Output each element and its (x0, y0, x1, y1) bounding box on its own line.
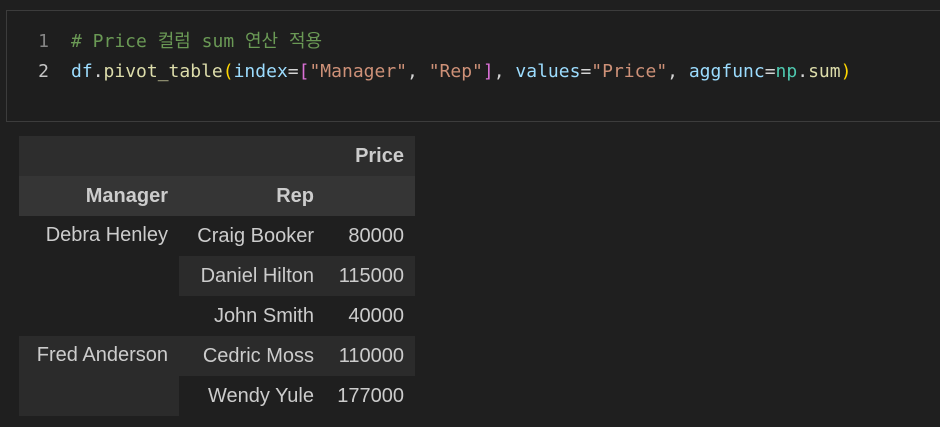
pivot-table: Price Manager Rep Debra Henley Craig Boo… (19, 136, 415, 416)
code-token: ] (482, 61, 494, 82)
code-token: = (764, 61, 776, 82)
manager-cell: Fred Anderson (19, 336, 179, 416)
code-token: ( (222, 61, 234, 82)
price-cell: 40000 (348, 304, 404, 327)
manager-cell: Debra Henley (45, 224, 168, 246)
code-token: , (493, 61, 516, 82)
code-token: [ (298, 61, 310, 82)
code-token: aggfunc (688, 61, 765, 82)
rep-cell: Cedric Moss (179, 336, 325, 376)
code-token: "Manager" (309, 61, 408, 82)
table-row: Fred Anderson Cedric Moss 110000 (19, 336, 415, 416)
code-token: . (797, 61, 809, 82)
price-cell: 110000 (325, 336, 415, 376)
code-token: , (667, 61, 689, 82)
code-token: "Price" (591, 61, 668, 82)
code-token: ) (840, 61, 852, 82)
cell-output: Price Manager Rep Debra Henley Craig Boo… (0, 122, 940, 427)
code-token: values (515, 61, 581, 82)
rep-cell: Wendy Yule (207, 384, 314, 407)
empty-header-cell (325, 176, 415, 216)
code-token: df (71, 61, 93, 82)
column-header-row: Price (19, 136, 415, 176)
rep-cell: Craig Booker (197, 224, 314, 247)
code-token: . (92, 61, 104, 82)
code-token: sum (808, 61, 841, 82)
code-token: index (233, 61, 288, 82)
line-number: 2 (38, 61, 49, 82)
line-number: 1 (38, 31, 49, 52)
price-cell: 177000 (337, 384, 404, 407)
price-cell: 115000 (325, 256, 415, 296)
code-line-1[interactable]: 1 # Price 컬럼 sum 연산 적용 (7, 27, 322, 57)
column-header-price: Price (355, 144, 404, 167)
code-token: np (775, 61, 798, 82)
index-header-row: Manager Rep (19, 176, 415, 216)
index-header-rep: Rep (276, 184, 314, 207)
table-row: Debra Henley Craig Booker 80000 (19, 216, 415, 256)
code-comment: # Price 컬럼 sum 연산 적용 (71, 31, 323, 52)
code-token: = (580, 61, 592, 82)
code-token: "Rep" (428, 61, 483, 82)
index-header-manager: Manager (85, 184, 168, 207)
code-token: pivot_table (103, 61, 223, 82)
empty-header-cell (179, 136, 325, 176)
code-token: , (407, 61, 429, 82)
code-token: = (287, 61, 299, 82)
code-cell[interactable]: 1 # Price 컬럼 sum 연산 적용 2 df.pivot_table(in… (6, 10, 940, 122)
price-cell: 80000 (348, 224, 404, 247)
rep-cell: John Smith (213, 304, 314, 327)
rep-cell: Daniel Hilton (179, 256, 325, 296)
code-line-2[interactable]: 2 df.pivot_table(index=["Manager", "Rep"]… (7, 57, 851, 87)
empty-header-cell (19, 136, 179, 176)
